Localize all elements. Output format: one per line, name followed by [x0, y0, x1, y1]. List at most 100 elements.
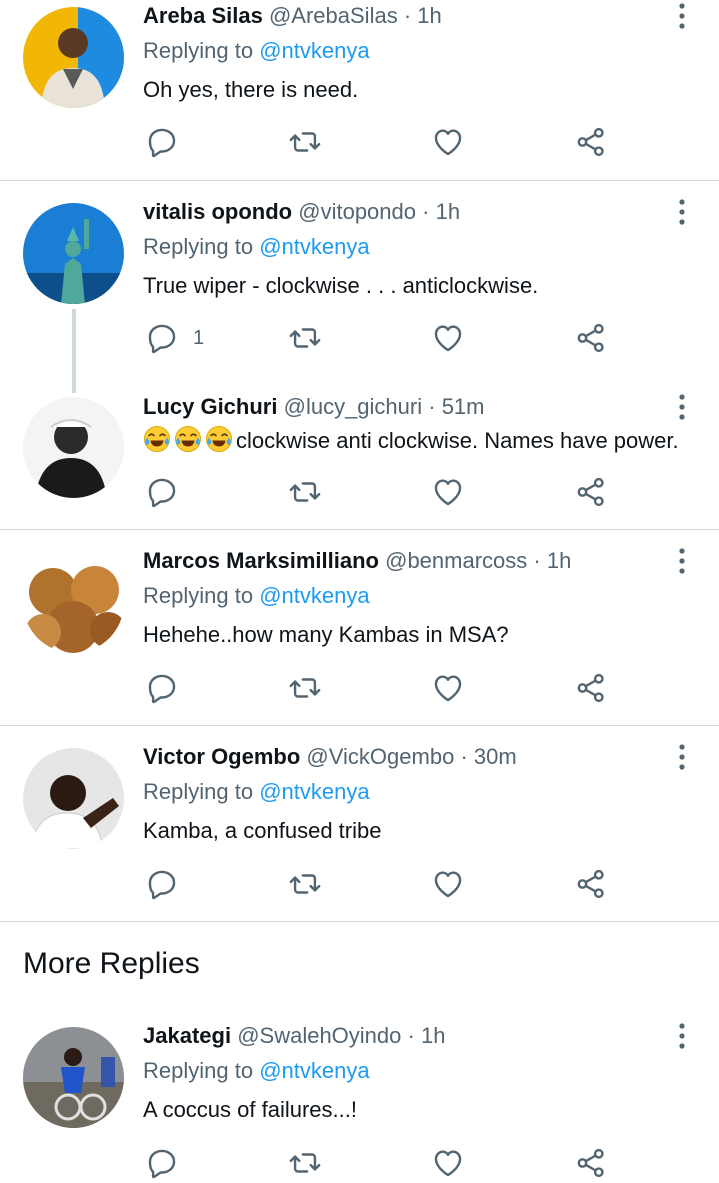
share-icon — [574, 867, 608, 901]
mention-link[interactable]: @ntvkenya — [259, 38, 369, 63]
display-name[interactable]: Victor Ogembo — [143, 744, 300, 769]
timestamp[interactable]: 1h — [417, 3, 441, 28]
user-handle[interactable]: @ArebaSilas — [269, 3, 398, 28]
reply-button[interactable] — [145, 472, 193, 512]
like-icon — [431, 671, 465, 705]
retweet-button[interactable] — [288, 472, 322, 512]
more-options-icon — [670, 1, 694, 31]
retweet-icon — [288, 1146, 322, 1180]
avatar[interactable] — [23, 552, 124, 653]
tweet-header: Jakategi @SwalehOyindo · 1h — [143, 1021, 445, 1051]
retweet-button[interactable] — [288, 668, 322, 708]
tweet-actions — [143, 668, 623, 708]
tears-of-joy-emoji-icon — [174, 425, 202, 453]
user-handle[interactable]: @SwalehOyindo — [237, 1023, 401, 1048]
reply-button[interactable] — [145, 122, 193, 162]
like-button[interactable] — [431, 472, 465, 512]
timestamp[interactable]: 1h — [436, 199, 460, 224]
mention-link[interactable]: @ntvkenya — [259, 1058, 369, 1083]
tweet-text: Oh yes, there is need. — [143, 77, 359, 102]
timestamp[interactable]: 30m — [474, 744, 517, 769]
reply-button[interactable]: 1 — [145, 318, 204, 358]
mention-link[interactable]: @ntvkenya — [259, 234, 369, 259]
tweet-text: A coccus of failures...! — [143, 1097, 357, 1122]
mention-link[interactable]: @ntvkenya — [259, 779, 369, 804]
retweet-button[interactable] — [288, 864, 322, 904]
like-button[interactable] — [431, 318, 465, 358]
separator-dot: · — [422, 199, 430, 224]
retweet-button[interactable] — [288, 122, 322, 162]
share-button[interactable] — [574, 668, 608, 708]
share-button[interactable] — [574, 318, 608, 358]
tweet[interactable]: Marcos Marksimilliano @benmarcoss · 1h R… — [0, 530, 719, 725]
share-icon — [574, 1146, 608, 1180]
user-handle[interactable]: @benmarcoss — [385, 548, 527, 573]
tweet-header: Lucy Gichuri @lucy_gichuri · 51m — [143, 392, 484, 422]
user-handle[interactable]: @vitopondo — [298, 199, 416, 224]
tweet-actions: 1 — [143, 318, 623, 358]
avatar[interactable] — [23, 748, 124, 849]
tweet-header: Victor Ogembo @VickOgembo · 30m — [143, 742, 517, 772]
separator-dot: · — [533, 548, 541, 573]
user-handle[interactable]: @VickOgembo — [306, 744, 454, 769]
share-button[interactable] — [574, 1143, 608, 1183]
display-name[interactable]: Jakategi — [143, 1023, 231, 1048]
tweet-text: Hehehe..how many Kambas in MSA? — [143, 622, 509, 647]
avatar[interactable] — [23, 7, 124, 108]
reply-button[interactable] — [145, 1143, 179, 1183]
reply-icon — [145, 671, 179, 705]
display-name[interactable]: vitalis opondo — [143, 199, 292, 224]
tweet[interactable]: Victor Ogembo @VickOgembo · 30m Replying… — [0, 726, 719, 921]
like-button[interactable] — [431, 122, 465, 162]
like-icon — [431, 475, 465, 509]
more-options-button[interactable] — [670, 1, 694, 31]
section-title-more-replies: More Replies — [23, 947, 200, 980]
more-options-button[interactable] — [670, 1021, 694, 1051]
share-icon — [574, 321, 608, 355]
retweet-button[interactable] — [288, 318, 322, 358]
user-handle[interactable]: @lucy_gichuri — [284, 394, 423, 419]
share-button[interactable] — [574, 864, 608, 904]
reply-count: 1 — [193, 326, 205, 349]
like-icon — [431, 867, 465, 901]
reply-button[interactable] — [145, 668, 193, 708]
retweet-button[interactable] — [288, 1143, 322, 1183]
display-name[interactable]: Marcos Marksimilliano — [143, 548, 379, 573]
more-options-button[interactable] — [670, 197, 694, 227]
share-button[interactable] — [574, 472, 608, 512]
share-icon — [574, 125, 608, 159]
mention-link[interactable]: @ntvkenya — [259, 583, 369, 608]
like-button[interactable] — [431, 1143, 465, 1183]
timestamp[interactable]: 1h — [547, 548, 571, 573]
like-icon — [431, 321, 465, 355]
tweet-text: Kamba, a confused tribe — [143, 818, 382, 843]
retweet-icon — [288, 867, 322, 901]
like-button[interactable] — [431, 864, 465, 904]
reply-icon — [145, 867, 179, 901]
more-options-button[interactable] — [670, 546, 694, 576]
tweet-header: Areba Silas @ArebaSilas · 1h — [143, 1, 442, 31]
tweet[interactable]: Jakategi @SwalehOyindo · 1h Replying to … — [0, 1005, 719, 1160]
replying-to: Replying to @ntvkenya — [143, 581, 370, 611]
tweet[interactable]: Areba Silas @ArebaSilas · 1h Replying to… — [0, 0, 719, 180]
separator-dot: · — [428, 394, 436, 419]
more-options-icon — [670, 197, 694, 227]
tears-of-joy-emoji-icon — [205, 425, 233, 453]
timestamp[interactable]: 51m — [442, 394, 485, 419]
avatar[interactable] — [23, 1027, 124, 1128]
display-name[interactable]: Lucy Gichuri — [143, 394, 277, 419]
reply-button[interactable] — [145, 864, 193, 904]
more-options-button[interactable] — [670, 742, 694, 772]
like-button[interactable] — [431, 668, 465, 708]
more-options-icon — [670, 392, 694, 422]
timestamp[interactable]: 1h — [421, 1023, 445, 1048]
tweet[interactable]: vitalis opondo @vitopondo · 1h Replying … — [0, 181, 719, 393]
tweet[interactable]: Lucy Gichuri @lucy_gichuri · 51m clockwi… — [0, 376, 719, 529]
share-button[interactable] — [574, 122, 608, 162]
avatar[interactable] — [23, 203, 124, 304]
display-name[interactable]: Areba Silas — [143, 3, 263, 28]
avatar[interactable] — [23, 397, 124, 498]
replying-to-label: Replying to — [143, 234, 254, 259]
more-options-button[interactable] — [670, 392, 694, 422]
tweet-actions — [143, 122, 623, 162]
